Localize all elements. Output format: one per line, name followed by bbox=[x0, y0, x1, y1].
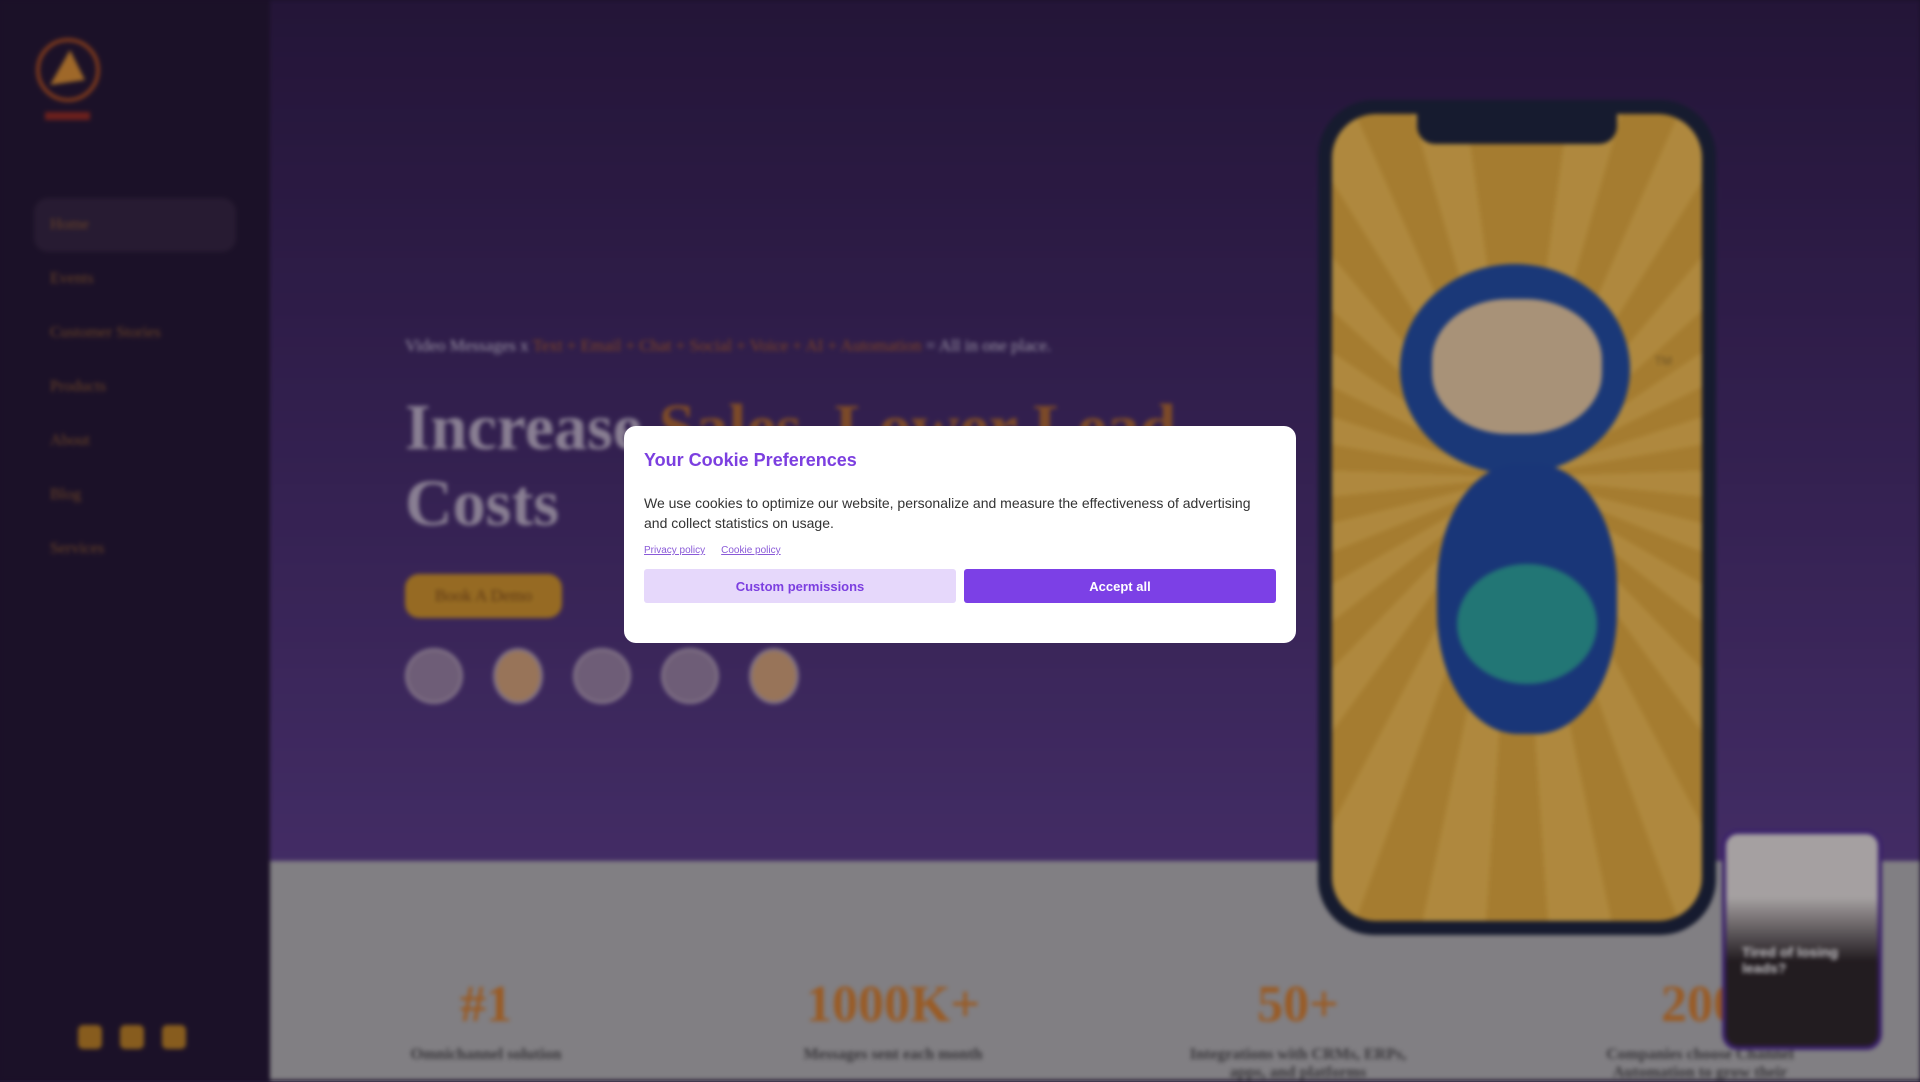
privacy-policy-link[interactable]: Privacy policy bbox=[644, 545, 705, 556]
cookie-dialog: Your Cookie Preferences We use cookies t… bbox=[624, 426, 1296, 643]
policy-links: Privacy policy Cookie policy bbox=[644, 545, 1276, 556]
custom-permissions-button[interactable]: Custom permissions bbox=[644, 569, 956, 603]
cookie-actions: Custom permissions Accept all bbox=[644, 569, 1276, 603]
cookie-body: We use cookies to optimize our website, … bbox=[644, 495, 1251, 531]
accept-all-button[interactable]: Accept all bbox=[964, 569, 1276, 603]
cookie-policy-link[interactable]: Cookie policy bbox=[721, 545, 780, 556]
cookie-title: Your Cookie Preferences bbox=[644, 450, 857, 470]
